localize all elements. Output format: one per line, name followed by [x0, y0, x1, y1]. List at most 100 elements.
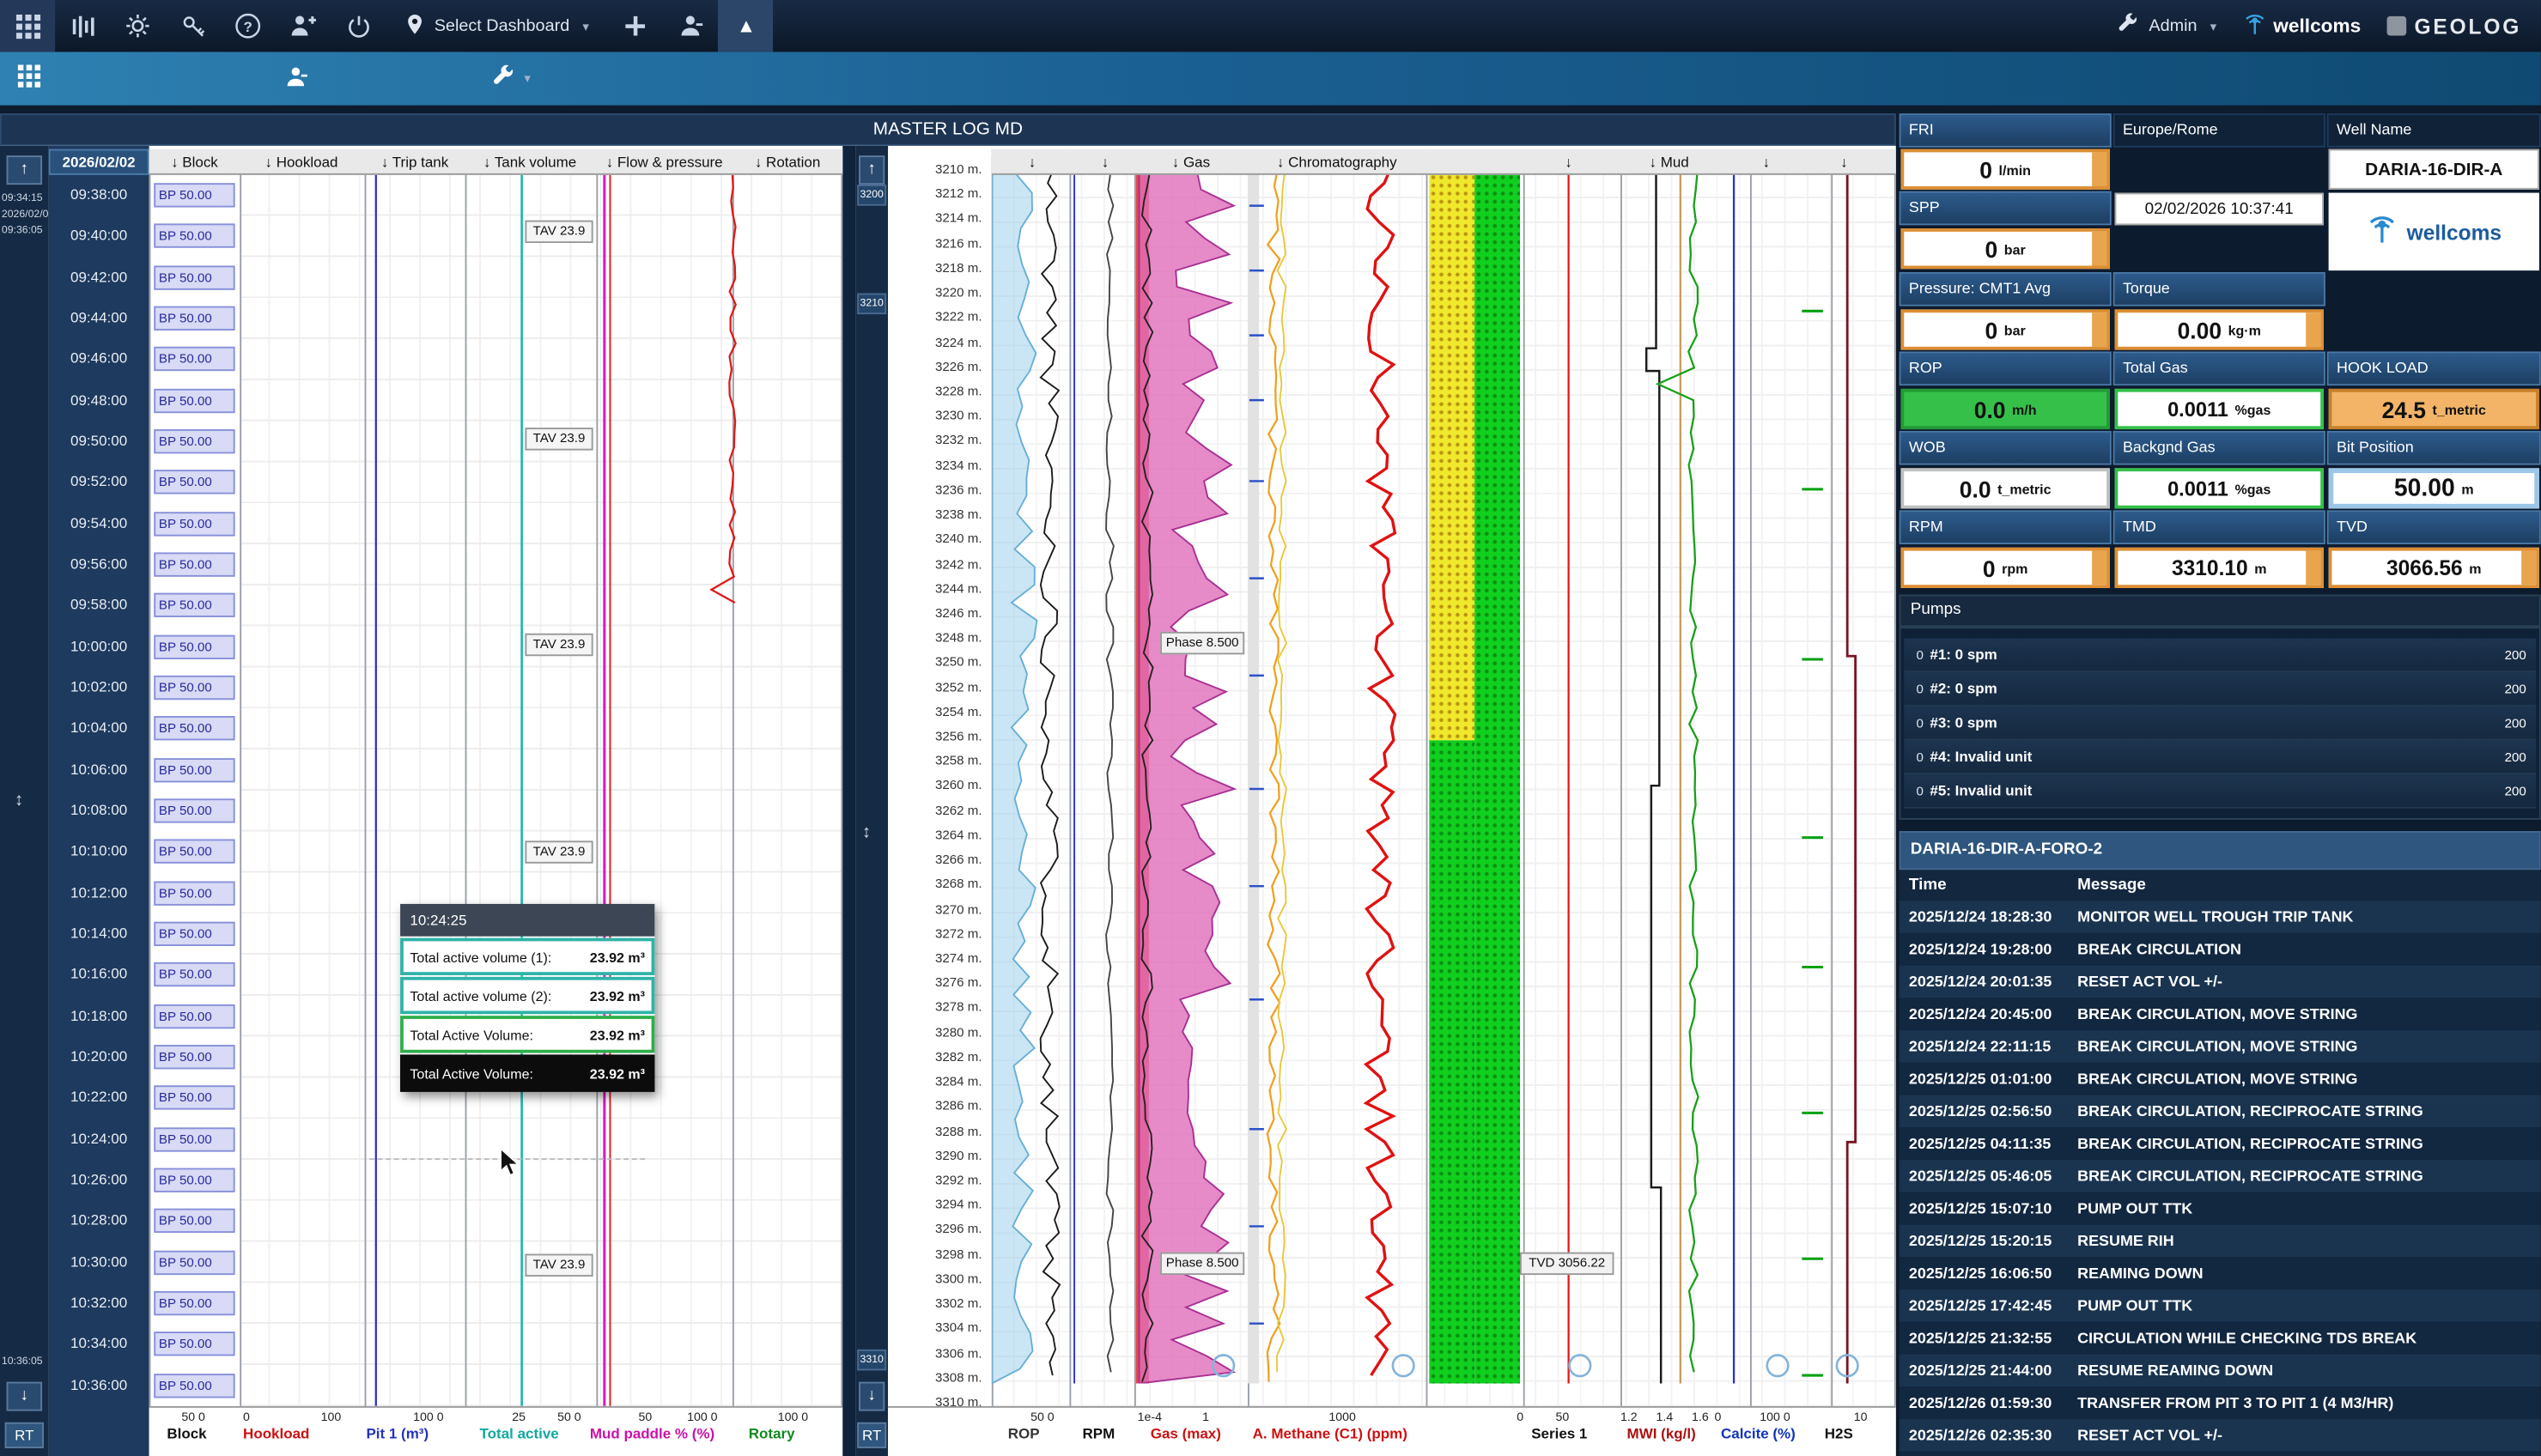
torque-value: 0.00kg·m [2113, 308, 2325, 352]
message-row[interactable]: 2025/12/24 20:01:35RESET ACT VOL +/- [1900, 966, 2541, 998]
block-chip: BP 50.00 [154, 265, 234, 289]
scroll-up-button[interactable]: ↑ [7, 155, 43, 185]
mouse-cursor [499, 1147, 521, 1186]
time-cell: 10:20:00 [49, 1036, 149, 1077]
depth-label: 3230 m. [888, 403, 992, 428]
time-cell: 10:12:00 [49, 872, 149, 913]
track-header-chromatography[interactable]: ↓ Chromatography [1277, 149, 1397, 175]
block-row: BP 50.00 [150, 1077, 241, 1119]
cmt-pressure-value: 0bar [1900, 308, 2112, 352]
message-row[interactable]: 2025/12/25 21:44:00RESUME REAMING DOWN [1900, 1355, 2541, 1387]
resize-handle-icon[interactable]: ↕ [15, 791, 23, 810]
settings-button[interactable] [110, 0, 165, 52]
message-row[interactable]: 2025/12/24 18:28:30MONITOR WELL TROUGH T… [1900, 901, 2541, 933]
depth-label: 3296 m. [888, 1217, 992, 1242]
help-button[interactable]: ? [221, 0, 276, 52]
message-row[interactable]: 2025/12/25 15:07:10PUMP OUT TTK [1900, 1192, 2541, 1225]
depth-chart[interactable]: Phase 8.500 Phase 8.500 TVD 3056.22 [992, 149, 1896, 1406]
user-session-button[interactable] [664, 0, 719, 52]
block-chip: BP 50.00 [154, 224, 234, 248]
track-header-rpm[interactable]: ↓ [1102, 149, 1109, 175]
track-header-mud[interactable]: ↓ Mud [1649, 149, 1688, 175]
scroll-down-button[interactable]: ↓ [859, 1382, 884, 1411]
track-header-calcite[interactable]: ↓ [1763, 149, 1770, 175]
column-header-rotation[interactable]: ↓ Rotation [755, 149, 820, 175]
add-user-button[interactable] [276, 0, 331, 52]
message-row[interactable]: 2025/12/26 02:35:30RESET ACT VOL +/- [1900, 1419, 2541, 1452]
message-row[interactable]: 2025/12/24 22:11:15BREAK CIRCULATION, MO… [1900, 1030, 2541, 1063]
message-row[interactable]: 2025/12/25 05:46:05BREAK CIRCULATION, RE… [1900, 1160, 2541, 1192]
message-row[interactable]: 2025/12/25 17:42:45PUMP OUT TTK [1900, 1289, 2541, 1322]
depth-label: 3214 m. [888, 206, 992, 231]
time-cell: 09:40:00 [49, 216, 149, 258]
block-chip: BP 50.00 [154, 676, 234, 700]
message-row[interactable]: 2025/12/25 02:56:50BREAK CIRCULATION, RE… [1900, 1095, 2541, 1128]
user-tool-button[interactable] [272, 57, 318, 100]
block-row: BP 50.00 [150, 339, 241, 380]
admin-menu[interactable]: Admin ▾ [2119, 13, 2217, 39]
chevron-down-icon: ▾ [524, 71, 531, 86]
message-row[interactable]: 2025/12/25 21:32:55CIRCULATION WHILE CHE… [1900, 1322, 2541, 1355]
add-dashboard-button[interactable] [609, 0, 664, 52]
message-text: PUMP OUT TTK [2077, 1199, 2541, 1217]
depth-label: 3288 m. [888, 1119, 992, 1144]
pump-row: 0#4: Invalid unit200 [1904, 740, 2536, 774]
message-time: 2025/12/25 04:11:35 [1900, 1135, 2078, 1153]
depth-label: 3268 m. [888, 872, 992, 897]
block-chip: BP 50.00 [154, 552, 234, 576]
legend-scale: 1.6 [1692, 1410, 1709, 1424]
block-chip: BP 50.00 [154, 798, 234, 822]
legend-scale: 1e-4 [1138, 1410, 1162, 1424]
plus-icon [624, 15, 647, 37]
tools-dropdown-button[interactable]: ▾ [480, 57, 544, 100]
track-header-gas[interactable]: ↓ Gas [1172, 149, 1210, 175]
scroll-up-button[interactable]: ↑ [859, 155, 884, 185]
pump-axis-tick: 0 [1904, 681, 1930, 695]
depth-label: 3280 m. [888, 1020, 992, 1045]
column-header-flow-pressure[interactable]: ↓ Flow & pressure [606, 149, 723, 175]
message-row[interactable]: 2025/12/26PUMPING FROM PIT 3 TO PIT 1 [1900, 1452, 2541, 1456]
dashboard-selector[interactable]: Select Dashboard ▾ [386, 0, 608, 52]
track-header-h2s[interactable]: ↓ [1840, 149, 1847, 175]
message-row[interactable]: 2025/12/26 01:59:30TRANSFER FROM PIT 3 T… [1900, 1386, 2541, 1419]
column-header-hookload[interactable]: ↓ Hookload [264, 149, 337, 175]
pump-label: #4: Invalid unit [1930, 749, 2483, 765]
scroll-down-button[interactable]: ↓ [7, 1382, 43, 1411]
tools-key-button[interactable] [165, 0, 220, 52]
app-launcher-button[interactable] [0, 0, 55, 52]
track-header-series[interactable]: ↓ [1565, 149, 1571, 175]
message-row[interactable]: 2025/12/24 20:45:00BREAK CIRCULATION, MO… [1900, 998, 2541, 1030]
column-header-trip-tank[interactable]: ↓ Trip tank [381, 149, 448, 175]
realtime-button[interactable]: RT [5, 1423, 44, 1448]
message-row[interactable]: 2025/12/25 15:20:15RESUME RIH [1900, 1225, 2541, 1258]
depth-label: 3210 m. [888, 157, 992, 182]
topbar-right: Admin ▾ wellcoms GEOLOG [2119, 11, 2541, 40]
alerts-button[interactable]: ▲ [719, 0, 774, 52]
message-row[interactable]: 2025/12/25 01:01:00BREAK CIRCULATION, MO… [1900, 1063, 2541, 1095]
message-row[interactable]: 2025/12/24 19:28:00BREAK CIRCULATION [1900, 933, 2541, 966]
depth-label: 3278 m. [888, 995, 992, 1020]
message-text: RESET ACT VOL +/- [2077, 973, 2541, 991]
block-row: BP 50.00 [150, 544, 241, 585]
lithology-green [1474, 157, 1520, 1383]
date-header: 2026/02/02 [49, 149, 149, 175]
depth-label: 3304 m. [888, 1316, 992, 1341]
column-header-block[interactable]: ↓ Block [171, 149, 218, 175]
realtime-button[interactable]: RT [857, 1423, 886, 1448]
legend-scale: 100 [321, 1410, 342, 1424]
message-row[interactable]: 2025/12/25 16:06:50REAMING DOWN [1900, 1257, 2541, 1289]
message-row[interactable]: 2025/12/25 04:11:35BREAK CIRCULATION, RE… [1900, 1127, 2541, 1160]
lithology-green [1429, 740, 1474, 1383]
messages-table[interactable]: 2025/12/24 18:28:30MONITOR WELL TROUGH T… [1900, 901, 2541, 1456]
power-button[interactable] [331, 0, 386, 52]
depth-label: 3290 m. [888, 1144, 992, 1168]
legend-label: MWI (kg/l) [1627, 1426, 1696, 1442]
track-header-rop[interactable]: ↓ [1029, 149, 1036, 175]
column-header-tank-volume[interactable]: ↓ Tank volume [483, 149, 576, 175]
block-row: BP 50.00 [150, 832, 241, 873]
time-chart[interactable]: TAV 23.9TAV 23.9TAV 23.9TAV 23.9TAV 23.9… [240, 175, 842, 1406]
legend-scale: 1000 [1328, 1410, 1355, 1424]
resize-handle-icon[interactable]: ↕ [862, 823, 871, 843]
grid-menu-button[interactable] [7, 57, 52, 100]
log-viewer-button[interactable] [55, 0, 110, 52]
